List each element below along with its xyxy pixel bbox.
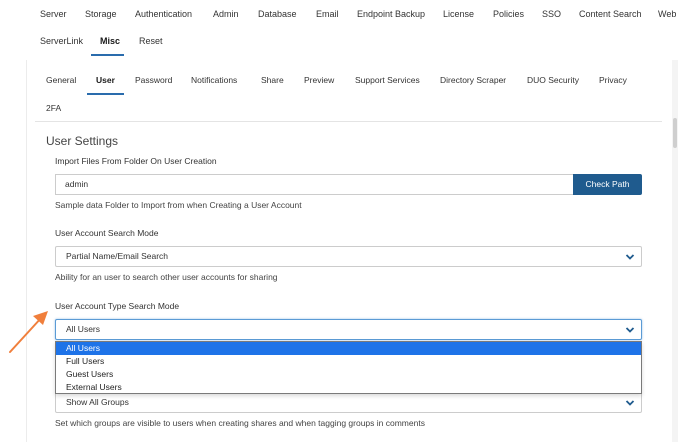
- chevron-down-icon: [625, 327, 635, 333]
- groups-visibility-help: Set which groups are visible to users wh…: [55, 418, 425, 428]
- import-folder-input[interactable]: admin: [55, 174, 573, 195]
- nav-item-endpoint-backup[interactable]: Endpoint Backup: [357, 9, 425, 19]
- option-external-users[interactable]: External Users: [56, 381, 641, 394]
- nav-item-database[interactable]: Database: [258, 9, 297, 19]
- nav-item-serverlink[interactable]: ServerLink: [40, 36, 83, 46]
- tab-password[interactable]: Password: [135, 75, 172, 85]
- nav-item-authentication[interactable]: Authentication: [135, 9, 192, 19]
- nav-item-web[interactable]: Web: [658, 9, 676, 19]
- tab-duo-security[interactable]: DUO Security: [527, 75, 579, 85]
- nav-item-license[interactable]: License: [443, 9, 474, 19]
- type-search-mode-select[interactable]: All Users: [55, 319, 642, 340]
- active-tab-indicator: [87, 93, 124, 95]
- scrollbar-thumb[interactable]: [673, 118, 677, 148]
- tabs-divider: [35, 121, 662, 122]
- nav-item-sso[interactable]: SSO: [542, 9, 561, 19]
- nav-item-content-search[interactable]: Content Search: [579, 9, 642, 19]
- import-folder-help: Sample data Folder to Import from when C…: [55, 200, 302, 210]
- nav-item-misc[interactable]: Misc: [100, 36, 120, 46]
- active-nav-indicator: [91, 54, 124, 56]
- tab-privacy[interactable]: Privacy: [599, 75, 627, 85]
- tab-2fa[interactable]: 2FA: [46, 103, 61, 113]
- groups-visibility-value: Show All Groups: [66, 397, 129, 407]
- tab-user[interactable]: User: [96, 75, 115, 85]
- nav-item-storage[interactable]: Storage: [85, 9, 117, 19]
- chevron-down-icon: [625, 400, 635, 406]
- chevron-down-icon: [625, 254, 635, 260]
- search-mode-help: Ability for an user to search other user…: [55, 272, 278, 282]
- search-mode-select[interactable]: Partial Name/Email Search: [55, 246, 642, 267]
- option-all-users[interactable]: All Users: [56, 342, 641, 355]
- type-search-mode-value: All Users: [66, 324, 101, 334]
- type-search-mode-label: User Account Type Search Mode: [55, 301, 180, 311]
- tab-notifications[interactable]: Notifications: [191, 75, 237, 85]
- search-mode-value: Partial Name/Email Search: [66, 251, 169, 261]
- nav-item-reset[interactable]: Reset: [139, 36, 163, 46]
- groups-visibility-select[interactable]: Show All Groups: [55, 392, 642, 413]
- top-navigation: Server Storage Authentication Admin Data…: [0, 0, 678, 60]
- check-path-button[interactable]: Check Path: [573, 174, 642, 195]
- type-search-mode-options: All Users Full Users Guest Users Externa…: [55, 341, 642, 394]
- nav-item-email[interactable]: Email: [316, 9, 339, 19]
- tab-general[interactable]: General: [46, 75, 76, 85]
- search-mode-label: User Account Search Mode: [55, 228, 159, 238]
- tab-preview[interactable]: Preview: [304, 75, 334, 85]
- section-title: User Settings: [46, 134, 119, 148]
- nav-item-server[interactable]: Server: [40, 9, 67, 19]
- nav-item-admin[interactable]: Admin: [213, 9, 239, 19]
- tab-share[interactable]: Share: [261, 75, 284, 85]
- nav-item-policies[interactable]: Policies: [493, 9, 524, 19]
- option-guest-users[interactable]: Guest Users: [56, 368, 641, 381]
- import-folder-label: Import Files From Folder On User Creatio…: [55, 156, 217, 166]
- arrow-icon: [9, 311, 48, 353]
- tab-directory-scraper[interactable]: Directory Scraper: [440, 75, 506, 85]
- option-full-users[interactable]: Full Users: [56, 355, 641, 368]
- tab-support-services[interactable]: Support Services: [355, 75, 420, 85]
